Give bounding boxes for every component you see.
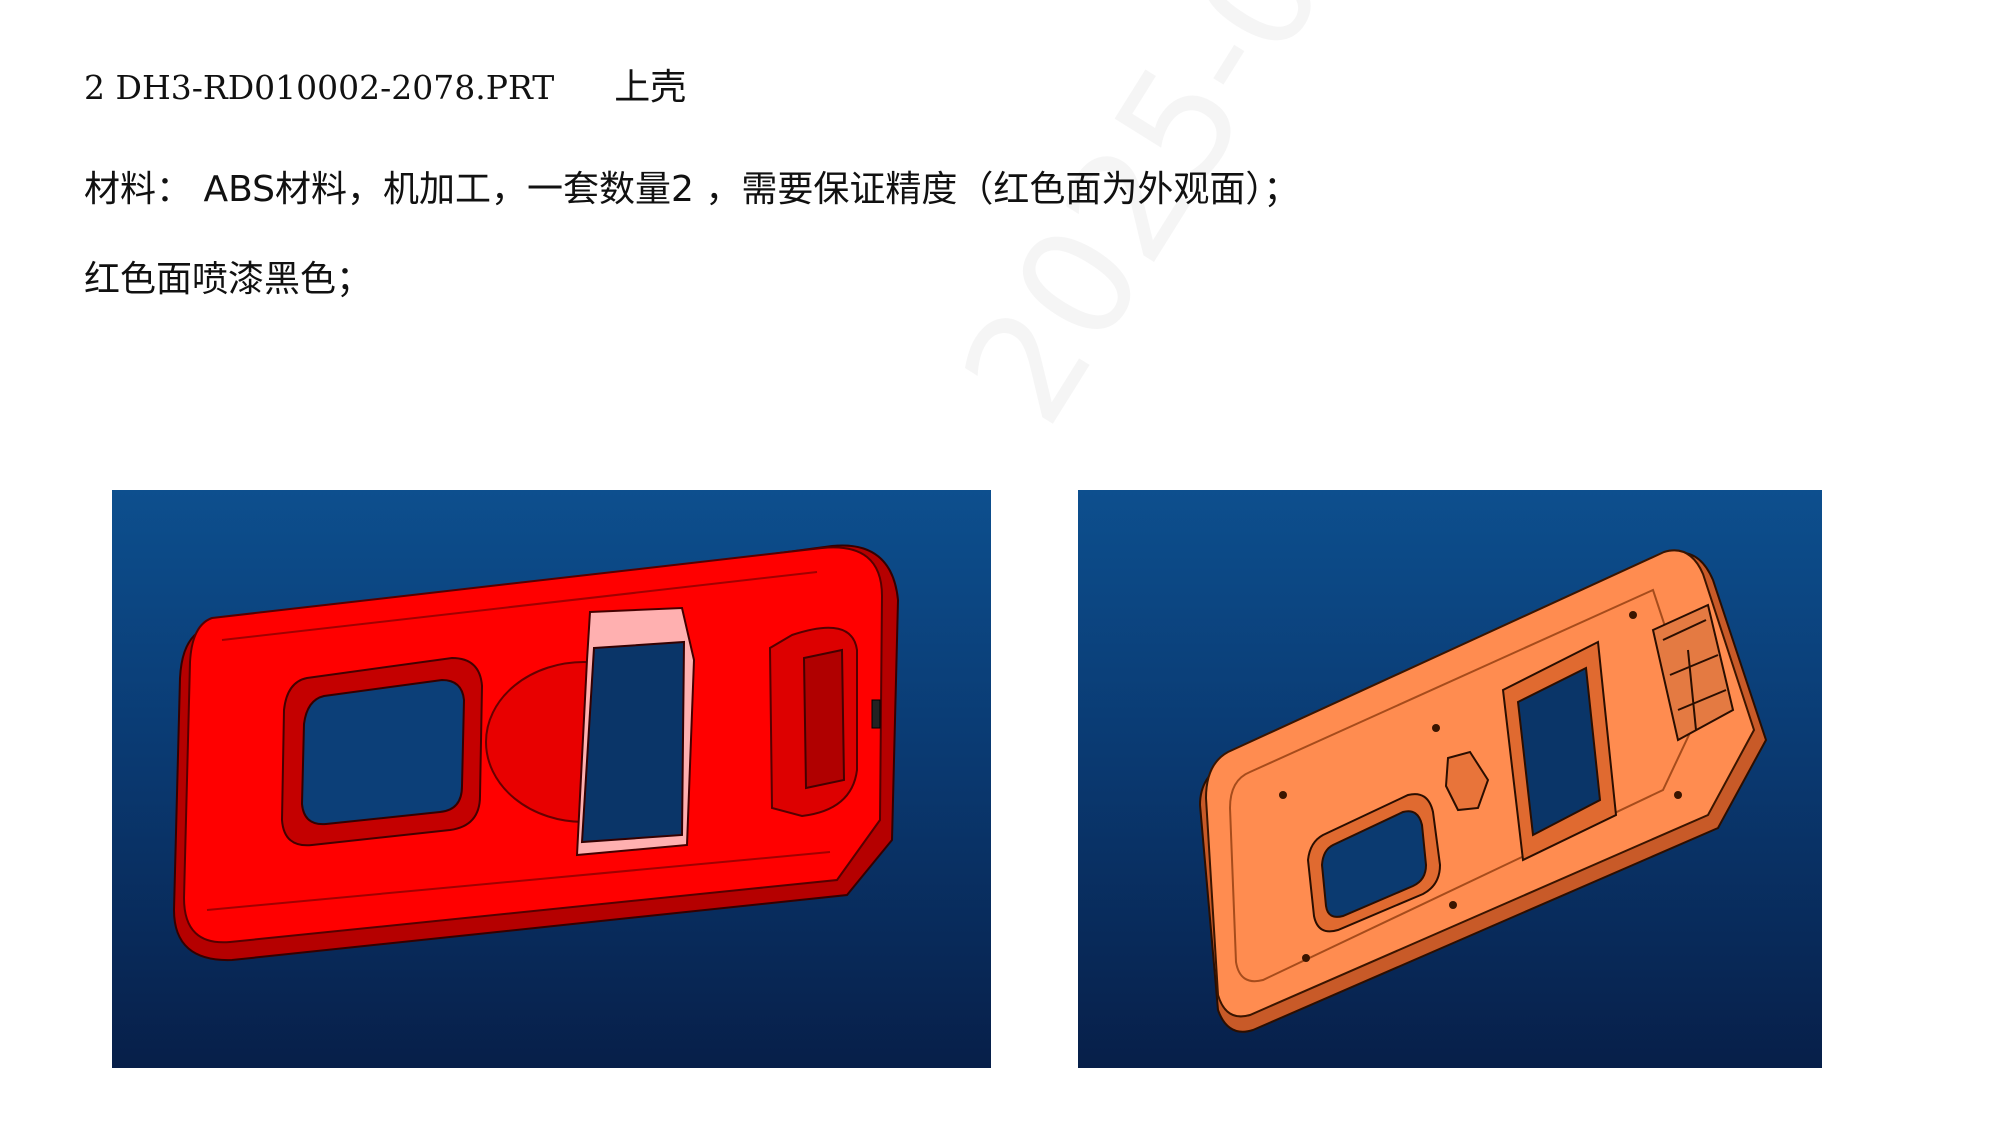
part-name: 上壳 [614, 67, 687, 108]
outer-shell-render [172, 544, 900, 962]
outer-face-view [112, 490, 991, 1068]
inner-face-view [1078, 490, 1822, 1068]
inner-shell-render [1198, 549, 1768, 1033]
paint-note: 红色面喷漆黑色； [84, 259, 373, 300]
part-title: 2 DH3-RD010002-2078.PRT 上壳 [84, 70, 686, 106]
part-number: 2 DH3-RD010002-2078.PRT [84, 68, 555, 107]
material-note: 材料： ABS材料，机加工，一套数量2 ，需要保证精度（红色面为外观面）； [84, 169, 1300, 210]
date-watermark: 2025-06-06 [930, 0, 1540, 452]
